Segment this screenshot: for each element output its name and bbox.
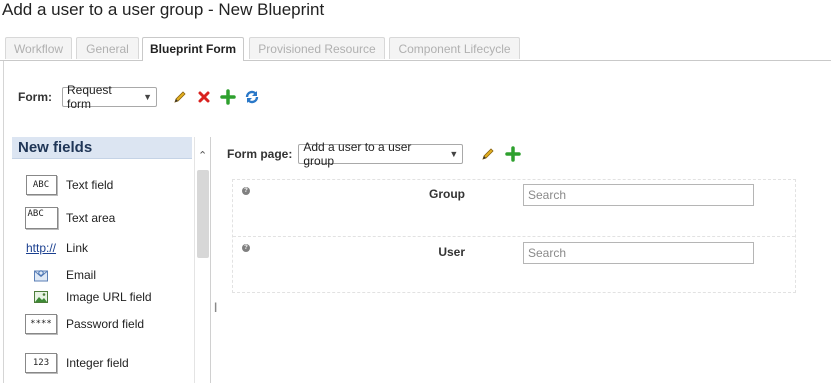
tab-workflow[interactable]: Workflow — [5, 37, 72, 59]
field-item-label: Email — [66, 268, 97, 282]
new-fields-header: New fields — [12, 137, 192, 159]
delete-icon[interactable] — [196, 89, 212, 105]
new-fields-panel: New fields ⌃ ABC Text field ABC Text are… — [12, 137, 211, 383]
edit-icon[interactable] — [172, 89, 188, 105]
form-label: Form: — [18, 90, 52, 104]
form-page-label: Form page: — [227, 147, 293, 161]
integer-field-icon: 123 — [25, 353, 57, 373]
edit-icon[interactable] — [480, 146, 496, 162]
form-select-value: Request form — [67, 83, 112, 111]
scroll-up-icon[interactable]: ⌃ — [198, 149, 207, 162]
field-item-label: Password field — [66, 317, 145, 331]
chevron-down-icon: ▼ — [449, 149, 459, 159]
form-page-select[interactable]: Add a user to a user group ▼ — [298, 140, 464, 168]
form-page-row: Form page: Add a user to a user group ▼ — [227, 140, 522, 168]
field-item-password[interactable]: **** Password field — [24, 313, 144, 335]
group-search-input[interactable] — [523, 184, 754, 206]
field-item-email[interactable]: Email — [24, 264, 96, 286]
email-icon — [33, 267, 49, 283]
field-item-label: Text field — [66, 178, 114, 192]
tab-blueprint-form[interactable]: Blueprint Form — [142, 37, 244, 61]
text-area-icon: ABC — [24, 207, 58, 229]
add-icon[interactable] — [505, 146, 522, 162]
tab-bar: Workflow General Blueprint Form Provisio… — [0, 37, 831, 61]
panel-splitter-handle[interactable]: || — [214, 302, 218, 313]
form-fields-grid: ? Group ? User — [232, 179, 796, 293]
field-item-text-field[interactable]: ABC Text field — [24, 174, 113, 196]
chevron-down-icon: ▼ — [143, 92, 152, 102]
field-item-label: Text area — [66, 211, 116, 225]
text-field-icon: ABC — [25, 175, 57, 195]
help-icon[interactable]: ? — [242, 187, 250, 195]
form-selector-row: Form: Request form ▼ — [18, 83, 260, 111]
add-icon[interactable] — [220, 89, 236, 105]
image-icon — [33, 289, 49, 305]
password-field-icon: **** — [25, 314, 57, 334]
tab-component-lifecycle[interactable]: Component Lifecycle — [389, 37, 520, 59]
scrollbar-thumb[interactable] — [197, 170, 209, 258]
field-item-text-area[interactable]: ABC Text area — [24, 207, 115, 229]
field-item-label: Integer field — [66, 356, 129, 370]
tab-general[interactable]: General — [76, 37, 139, 59]
form-page-select-value: Add a user to a user group — [303, 140, 412, 168]
group-field-label: Group — [429, 187, 465, 201]
field-item-integer[interactable]: 123 Integer field — [24, 352, 129, 374]
form-select[interactable]: Request form ▼ — [62, 83, 157, 111]
row-divider — [233, 236, 795, 237]
field-item-link[interactable]: http:// Link — [24, 237, 88, 259]
user-search-input[interactable] — [523, 242, 754, 264]
refresh-icon[interactable] — [244, 89, 260, 105]
help-icon[interactable]: ? — [242, 244, 250, 252]
scrollbar[interactable]: ⌃ — [194, 137, 211, 383]
page-title: Add a user to a user group - New Bluepri… — [2, 0, 325, 19]
field-item-label: Link — [66, 241, 89, 255]
field-item-image-url[interactable]: Image URL field — [24, 286, 152, 308]
tab-provisioned-resource[interactable]: Provisioned Resource — [249, 37, 385, 59]
link-icon: http:// — [25, 241, 57, 255]
user-field-label: User — [438, 245, 465, 259]
field-item-label: Image URL field — [66, 290, 152, 304]
